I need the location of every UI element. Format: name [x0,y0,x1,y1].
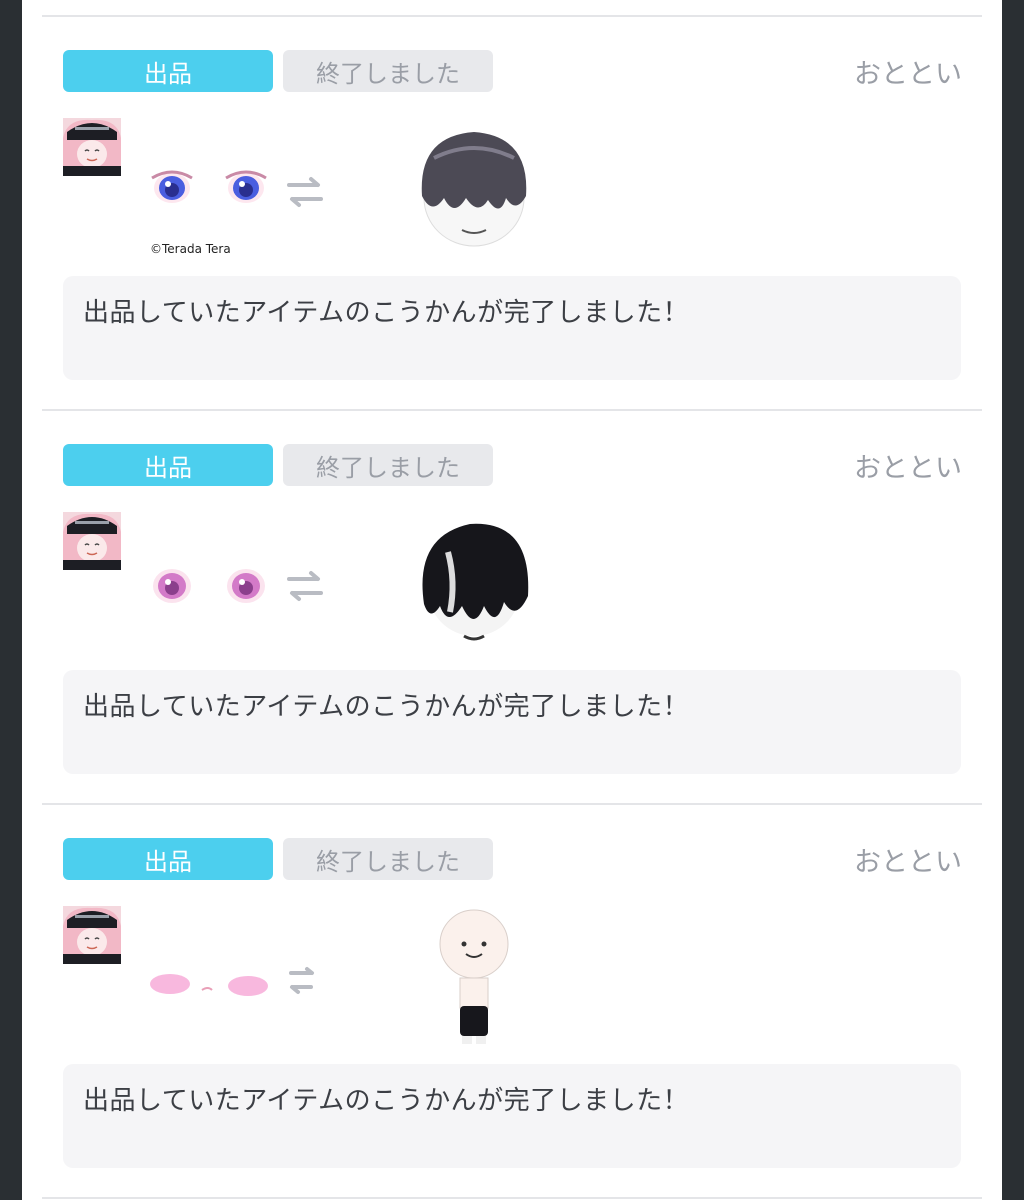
message-text: 出品していたアイテムのこうかんが完了しました！ [83,298,690,328]
eyes-pink-item [153,569,265,603]
exchange-arrows-icon [287,177,323,207]
message-box: 出品していたアイテムのこうかんが完了しました！ [63,1064,961,1168]
listing-tag: 出品 [63,444,273,486]
message-text: 出品していたアイテムのこうかんが完了しました！ [83,692,690,722]
body-item [439,909,509,1044]
notification-card[interactable]: 出品 終了しました おととい ©Terada Tera 出品していたアイテムのこ… [22,0,1002,394]
status-badge: 終了しました [283,50,493,92]
hair-black-item [422,523,529,641]
message-box: 出品していたアイテムのこうかんが完了しました！ [63,670,961,774]
message-text: 出品していたアイテムのこうかんが完了しました！ [83,1086,690,1116]
exchange-arrows-icon [289,967,314,994]
timestamp: おととい [854,847,962,878]
exchange-arrows-icon [287,571,323,601]
copyright-credit: ©Terada Tera [150,242,231,256]
divider [42,1197,982,1199]
listing-tag: 出品 [63,838,273,880]
status-badge: 終了しました [283,444,493,486]
avatar[interactable] [63,512,121,570]
status-badge: 終了しました [283,838,493,880]
avatar[interactable] [63,906,121,964]
message-box: 出品していたアイテムのこうかんが完了しました！ [63,276,961,380]
notification-list: 出品 終了しました おととい ©Terada Tera 出品していたアイテムのこ… [22,0,1002,1200]
notification-card[interactable]: 出品 終了しました おととい 出品していたアイテムのこうかんが完了しました！ [22,788,1002,1182]
avatar[interactable] [63,118,121,176]
hair-gray-item [421,132,527,247]
notification-card[interactable]: 出品 終了しました おととい 出品していたアイテムのこうかんが完了しました！ [22,394,1002,788]
eyes-blue-item [151,170,267,203]
timestamp: おととい [854,453,962,484]
timestamp: おととい [854,59,962,90]
listing-tag: 出品 [63,50,273,92]
blush-item [150,974,268,996]
